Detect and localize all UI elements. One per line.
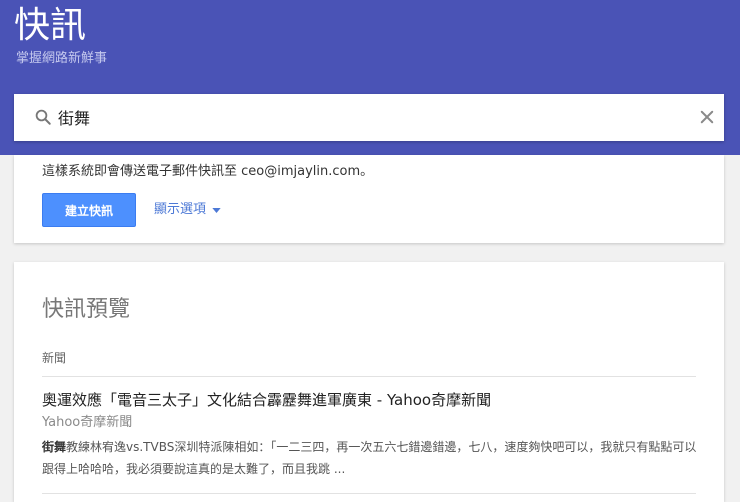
article-source: Yahoo奇摩新聞: [42, 415, 133, 430]
create-alert-card: 這樣系統即會傳送電子郵件快訊至 ceo@imjaylin.com。 建立快訊 顯…: [14, 155, 724, 243]
close-icon[interactable]: [698, 108, 716, 126]
show-options-label: 顯示選項: [154, 202, 207, 217]
search-input[interactable]: [58, 104, 658, 130]
app-title: 快訊: [14, 5, 87, 46]
search-bar: [14, 94, 724, 141]
snippet-keyword: 街舞: [42, 440, 67, 454]
search-icon: [35, 109, 51, 125]
preview-title: 快訊預覽: [42, 297, 131, 322]
caret-down-icon: [212, 207, 221, 213]
section-label-news: 新聞: [42, 351, 67, 365]
divider: [42, 376, 696, 377]
app-subtitle: 掌握網路新鮮事: [16, 51, 108, 66]
article-title-link[interactable]: 奧運效應「電音三太子」文化結合霹靂舞進軍廣東 - Yahoo奇摩新聞: [42, 390, 491, 410]
snippet-text: 教練林宥逸vs.TVBS深圳特派陳相如：「一二三四，再一次五六七錯邊錯邊，七八，…: [42, 440, 697, 476]
delivery-info-text: 這樣系統即會傳送電子郵件快訊至 ceo@imjaylin.com。: [42, 164, 374, 179]
article-snippet: 街舞教練林宥逸vs.TVBS深圳特派陳相如：「一二三四，再一次五六七錯邊錯邊，七…: [42, 436, 698, 480]
alert-preview-card: 快訊預覽 新聞 奧運效應「電音三太子」文化結合霹靂舞進軍廣東 - Yahoo奇摩…: [14, 262, 724, 502]
create-alert-button[interactable]: 建立快訊: [42, 193, 136, 227]
show-options-link[interactable]: 顯示選項: [154, 201, 221, 219]
